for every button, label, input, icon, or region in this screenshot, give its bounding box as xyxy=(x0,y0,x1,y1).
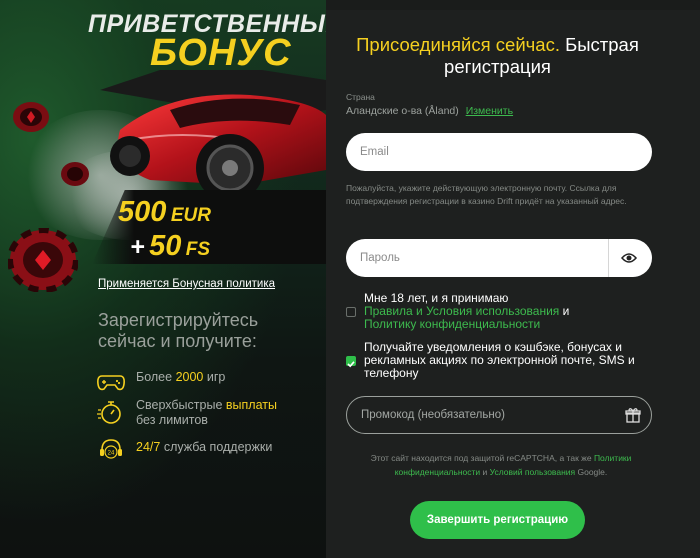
feature-text-part: служба поддержки xyxy=(160,440,273,454)
email-hint: Пожалуйста, укажите действующую электрон… xyxy=(346,183,627,206)
email-input[interactable] xyxy=(346,133,652,171)
bonus-amount: 500 EUR xyxy=(118,196,211,229)
feature-text-part: игр xyxy=(203,370,226,384)
promocode-input[interactable] xyxy=(347,397,607,433)
free-spins-unit: FS xyxy=(185,239,211,260)
free-spins: + 50 FS xyxy=(130,230,210,263)
bonus-value: 500 xyxy=(118,196,167,228)
terms-text-part: и xyxy=(559,304,570,318)
captcha-terms-link[interactable]: Условий пользования xyxy=(490,467,576,477)
password-input[interactable] xyxy=(346,239,606,277)
feature-highlight: 24/7 xyxy=(136,440,161,454)
form-title-highlight: Присоединяйся сейчас. xyxy=(356,34,560,55)
register-heading: Зарегистрируйтесь сейчас и получите: xyxy=(98,310,259,351)
country-row: Аландские о-ва (Åland) Изменить xyxy=(346,105,513,117)
change-country-link[interactable]: Изменить xyxy=(466,105,513,117)
feature-support: 24 24/7 служба поддержки xyxy=(96,436,272,462)
complete-registration-button[interactable]: Завершить регистрацию xyxy=(410,501,585,539)
eye-icon[interactable] xyxy=(621,251,637,265)
terms-link[interactable]: Правила и Условия использования xyxy=(364,304,559,318)
captcha-text-part: Google. xyxy=(575,467,608,477)
country-value: Аландские о-ва (Åland) xyxy=(346,105,459,117)
svg-text:24: 24 xyxy=(108,451,115,457)
terms-checkbox[interactable] xyxy=(346,307,356,317)
bonus-currency: EUR xyxy=(170,205,211,226)
promo-panel: ПРИВЕТСТВЕННЫЙ БОНУС 500 EUR + 50 FS При… xyxy=(0,0,326,558)
feature-highlight: 2000 xyxy=(175,370,204,384)
checkmark-icon xyxy=(347,361,355,368)
captcha-text-part: и xyxy=(480,467,490,477)
feature-text-part: Сверхбыстрые xyxy=(136,398,226,412)
feature-games-text: Более 2000 игр xyxy=(136,370,225,385)
country-label: Страна xyxy=(346,92,375,102)
terms-text: Мне 18 лет, и я принимаю Правила и Услов… xyxy=(364,292,654,331)
race-car-image xyxy=(100,70,326,200)
password-field xyxy=(346,239,652,277)
recaptcha-notice: Этот сайт находится под защитой reCAPTCH… xyxy=(346,451,656,479)
bonus-policy-link[interactable]: Применяется Бонусная политика xyxy=(98,278,275,290)
captcha-text-part: Этот сайт находится под защитой reCAPTCH… xyxy=(370,453,594,463)
feature-text-part: без лимитов xyxy=(136,413,208,427)
feature-support-text: 24/7 служба поддержки xyxy=(136,436,272,455)
casino-chip-icon xyxy=(13,102,49,132)
casino-chip-icon xyxy=(61,162,89,186)
notifications-checkbox[interactable] xyxy=(346,356,356,368)
feature-games: Более 2000 игр xyxy=(96,370,225,394)
headset-24-icon: 24 xyxy=(100,439,122,459)
gamepad-icon xyxy=(97,375,125,391)
promo-title-line2: БОНУС xyxy=(150,32,292,74)
registration-form: Присоединяйся сейчас. Быстрая регистраци… xyxy=(326,10,700,558)
feature-highlight: выплаты xyxy=(225,398,277,412)
feature-payouts: Сверхбыстрые выплаты без лимитов xyxy=(96,398,277,428)
privacy-policy-link[interactable]: Политику конфиденциальности xyxy=(364,317,540,331)
free-spins-value: 50 xyxy=(149,230,182,262)
gift-icon xyxy=(625,408,641,423)
password-divider xyxy=(608,239,609,277)
form-title: Присоединяйся сейчас. Быстрая регистраци… xyxy=(326,34,669,78)
casino-chip-icon xyxy=(8,228,78,292)
free-spins-plus: + xyxy=(130,233,145,261)
terms-text-part: Мне 18 лет, и я принимаю xyxy=(364,291,509,305)
stopwatch-icon xyxy=(97,401,121,424)
notifications-text: Получайте уведомления о кэшбэке, бонусах… xyxy=(364,340,635,380)
promocode-field xyxy=(346,396,652,434)
feature-text-part: Более xyxy=(136,370,176,384)
feature-payouts-text: Сверхбыстрые выплаты без лимитов xyxy=(136,398,277,428)
